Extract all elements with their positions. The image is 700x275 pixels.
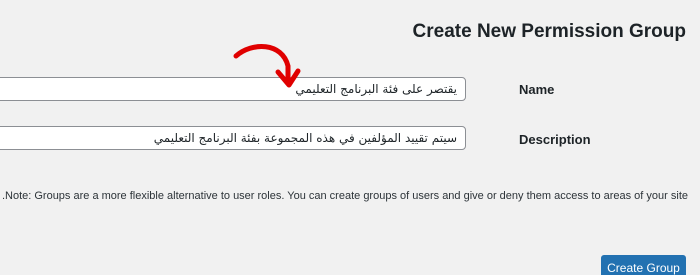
create-group-button[interactable]: Create Group — [601, 255, 686, 275]
annotation-arrow-curve — [233, 44, 291, 83]
description-label: Description — [519, 132, 591, 147]
name-input[interactable] — [0, 77, 466, 101]
groups-note: .Note: Groups are a more flexible altern… — [1, 190, 688, 202]
description-input[interactable] — [0, 126, 466, 150]
page-title: Create New Permission Group — [412, 21, 686, 42]
name-label: Name — [519, 82, 555, 97]
create-permission-group-page: Create New Permission Group Name Descrip… — [0, 0, 700, 275]
